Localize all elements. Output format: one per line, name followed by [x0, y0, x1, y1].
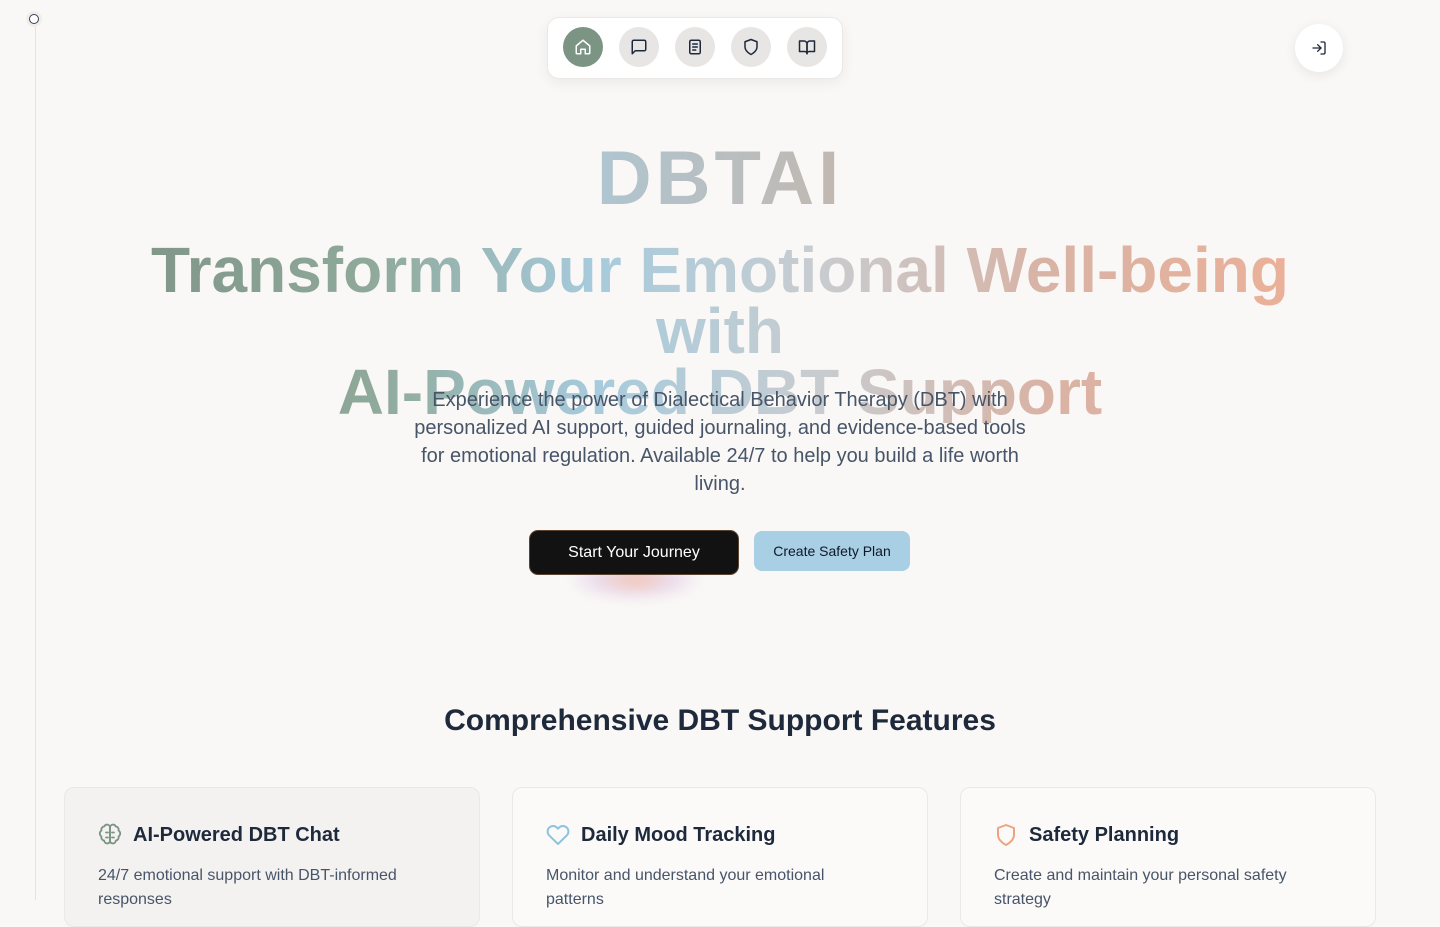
nav-home-button[interactable] — [563, 27, 603, 67]
features-title: Comprehensive DBT Support Features — [444, 704, 996, 737]
shield-icon — [744, 38, 758, 56]
brand-logo: DBTAI — [0, 136, 1440, 222]
start-journey-button[interactable]: Start Your Journey — [530, 531, 738, 574]
home-icon — [575, 39, 591, 55]
nav-journal-button[interactable] — [675, 27, 715, 67]
feature-card-title: Safety Planning — [1029, 824, 1180, 846]
main-nav — [547, 17, 843, 79]
create-safety-plan-button[interactable]: Create Safety Plan — [754, 531, 910, 571]
feature-card-text: Create and maintain your personal safety… — [994, 867, 1287, 908]
feature-card-mood[interactable]: Daily Mood Tracking Monitor and understa… — [512, 787, 928, 927]
feature-card-text: 24/7 emotional support with DBT-informed… — [98, 867, 397, 908]
logo-text: DBTAI — [596, 136, 844, 221]
login-button[interactable] — [1295, 24, 1343, 72]
hero-title-line-1: Transform Your Emotional Well-being with — [151, 234, 1289, 367]
timeline-dot[interactable] — [29, 14, 39, 24]
hero-subtitle: Experience the power of Dialectical Beha… — [414, 389, 1026, 495]
shield-icon — [997, 824, 1015, 846]
nav-resources-button[interactable] — [787, 27, 827, 67]
feature-card-chat[interactable]: AI-Powered DBT Chat 24/7 emotional suppo… — [64, 787, 480, 927]
brain-icon — [98, 823, 122, 845]
book-open-icon — [798, 40, 816, 55]
feature-card-title: AI-Powered DBT Chat — [133, 824, 340, 846]
feature-card-title: Daily Mood Tracking — [581, 824, 776, 846]
feature-card-safety[interactable]: Safety Planning Create and maintain your… — [960, 787, 1376, 927]
notebook-icon — [689, 39, 701, 55]
message-square-icon — [631, 39, 647, 55]
heart-icon — [546, 825, 570, 845]
log-in-icon — [1312, 41, 1326, 55]
nav-safety-button[interactable] — [731, 27, 771, 67]
nav-chat-button[interactable] — [619, 27, 659, 67]
feature-card-text: Monitor and understand your emotional pa… — [546, 867, 825, 908]
